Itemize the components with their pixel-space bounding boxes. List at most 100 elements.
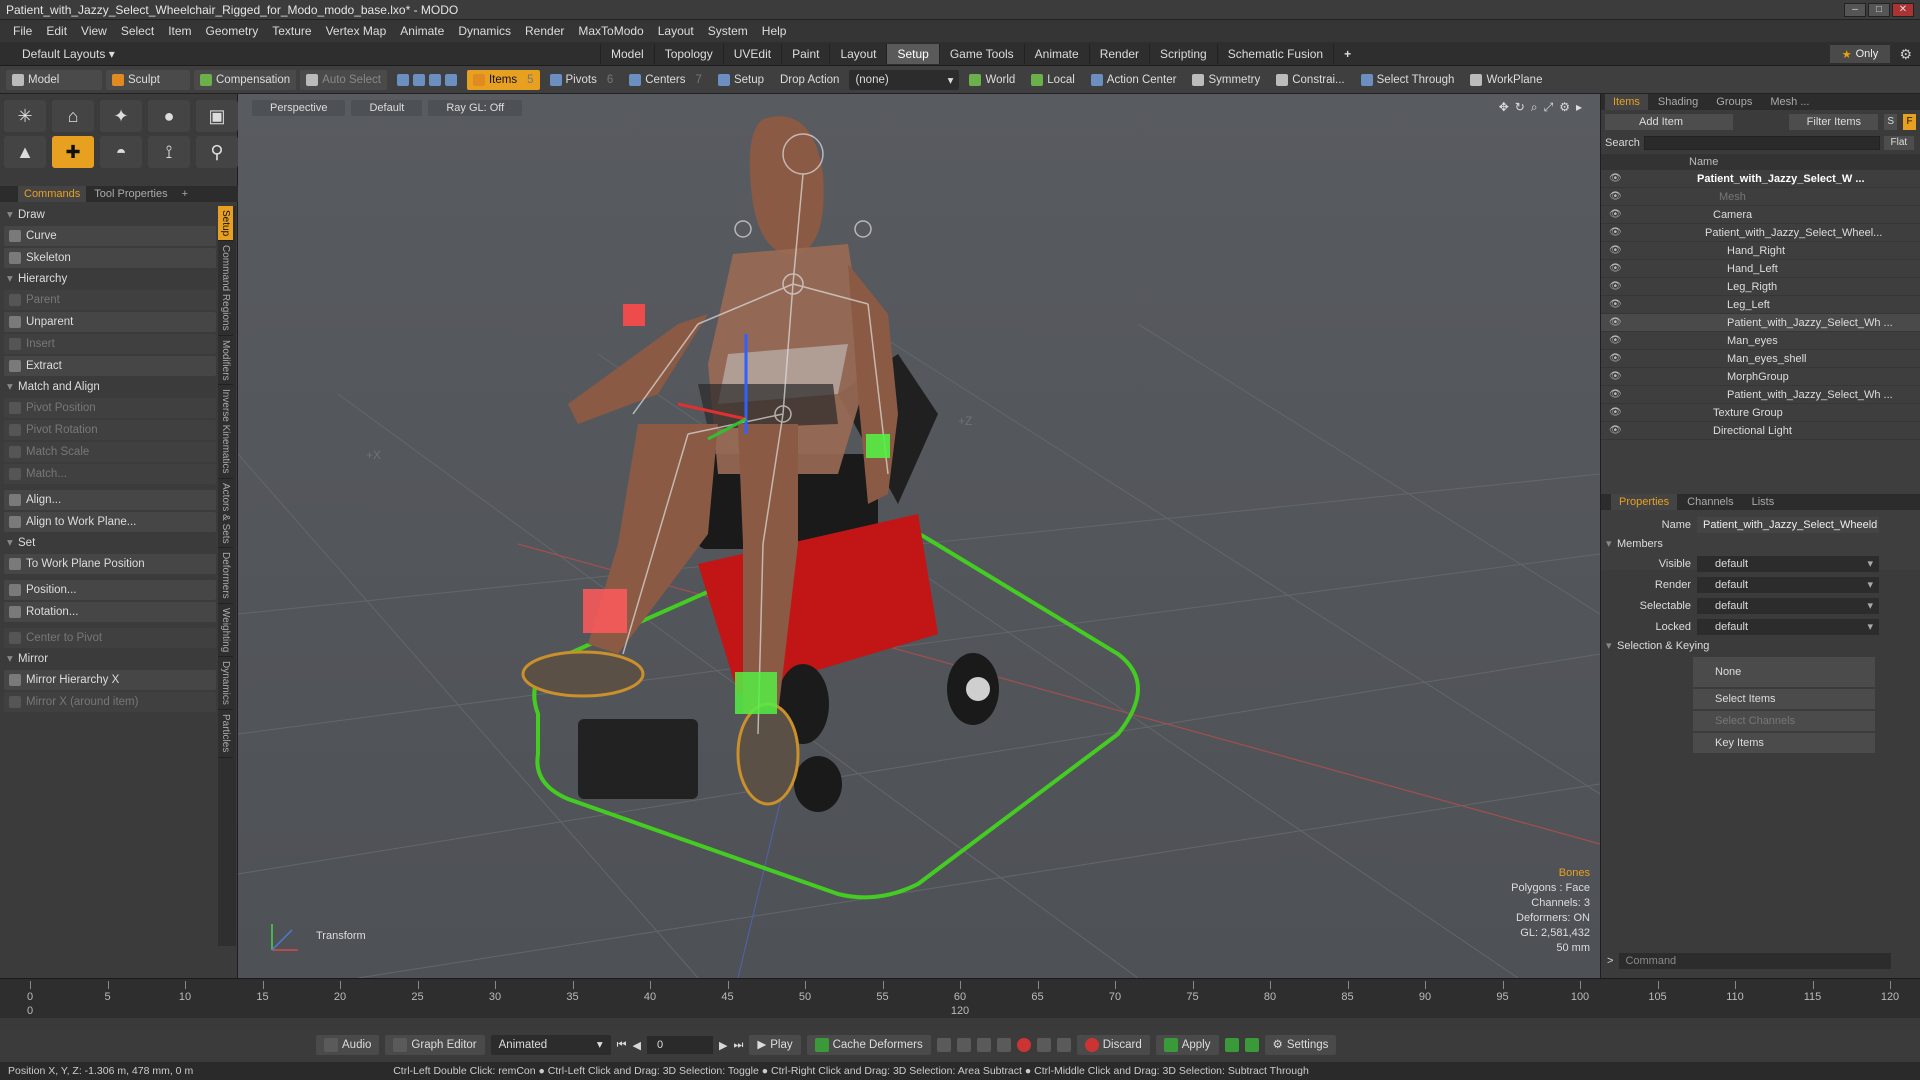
vtab-setup[interactable]: Setup [218,206,233,242]
visibility-eye-icon[interactable]: 👁 [1609,350,1622,368]
visibility-eye-icon[interactable]: 👁 [1609,260,1622,278]
menu-render[interactable]: Render [518,24,571,38]
record-icon[interactable] [1016,1038,1031,1052]
tab-uvedit[interactable]: UVEdit [722,43,781,64]
visibility-eye-icon[interactable]: 👁 [1609,422,1622,440]
move-view-icon[interactable]: ✥ [1499,100,1509,115]
cache-deformers-button[interactable]: Cache Deformers [806,1035,931,1055]
section-set[interactable]: Set [4,534,216,552]
gear-icon[interactable]: ⚙ [1899,46,1912,63]
name-field[interactable]: Patient_with_Jazzy_Select_Wheeld [1697,516,1879,533]
section-members[interactable]: Members [1601,535,1920,553]
symmetry-button[interactable]: Symmetry [1186,70,1266,90]
section-draw[interactable]: Draw [4,206,216,224]
viewport-gear-icon[interactable]: ⚙ [1559,100,1570,115]
edges-mode-icon[interactable] [412,73,425,86]
play-button[interactable]: ▶ Play [749,1035,801,1055]
tab-groups[interactable]: Groups [1708,94,1760,110]
menu-help[interactable]: Help [755,24,794,38]
close-button[interactable]: ✕ [1892,2,1914,17]
deformer-tool-icon[interactable]: ◓ [100,136,142,168]
command-input[interactable]: Command [1619,953,1892,969]
tree-item[interactable]: 👁 Patient_with_Jazzy_Select_Wh ... [1601,386,1920,404]
menu-maxtomodo[interactable]: MaxToModo [571,24,650,38]
unparent-button[interactable]: Unparent [4,312,216,332]
vtab-command-regions[interactable]: Command Regions [218,241,233,336]
constraints-button[interactable]: Constrai... [1270,70,1350,90]
visibility-eye-icon[interactable]: 👁 [1609,278,1622,296]
center-to-pivot-button[interactable]: Center to Pivot [4,628,216,648]
tree-item[interactable]: 👁 Leg_Rigth [1601,278,1920,296]
go-to-end-icon[interactable]: ⏭ [733,1039,743,1052]
leg-right-control[interactable] [583,589,627,633]
align-work-plane-button[interactable]: Align to Work Plane... [4,512,216,532]
menu-layout[interactable]: Layout [651,24,701,38]
items-mode-button[interactable]: Items 5 [466,69,540,90]
skeleton-tool-icon[interactable]: ✚ [52,136,94,168]
menu-texture[interactable]: Texture [265,24,318,38]
raygl-toggle[interactable]: Ray GL: Off [428,100,523,116]
pivots-mode-button[interactable]: Pivots 6 [544,70,620,90]
flat-button[interactable]: Flat [1883,136,1914,150]
hand-left-control[interactable] [866,434,890,458]
next-key-icon[interactable] [996,1038,1011,1052]
mirror-hierarchy-button[interactable]: Mirror Hierarchy X [4,670,216,690]
tree-item[interactable]: 👁 Patient_with_Jazzy_Select_Wh ... [1601,314,1920,332]
tree-item[interactable]: 👁 MorphGroup [1601,368,1920,386]
visibility-eye-icon[interactable]: 👁 [1609,170,1622,188]
ik-tool-icon[interactable]: ⟟ [148,136,190,168]
settings-button[interactable]: ⚙ Settings [1264,1035,1337,1055]
menu-animate[interactable]: Animate [393,24,451,38]
constraint-tool-icon[interactable]: ⚲ [196,136,238,168]
local-button[interactable]: Local [1025,70,1081,90]
visibility-eye-icon[interactable]: 👁 [1609,368,1622,386]
add-panel-tab-button[interactable]: + [176,186,194,202]
tab-model[interactable]: Model [600,43,654,64]
timeline-ruler[interactable]: 0 5 10 15 20 25 30 35 40 45 50 55 60 65 70 75 80 85 90 95 10… [0,979,1920,1019]
tab-game-tools[interactable]: Game Tools [938,43,1024,64]
layout-selector[interactable]: Default Layouts ▾ [0,47,280,61]
match-scale-button[interactable]: Match Scale [4,442,216,462]
audio-button[interactable]: Audio [316,1035,380,1055]
tree-item[interactable]: 👁 Directional Light [1601,422,1920,440]
mirror-x-button[interactable]: Mirror X (around item) [4,692,216,712]
tab-setup[interactable]: Setup [886,43,939,64]
centers-mode-button[interactable]: Centers 7 [623,70,708,90]
render-select[interactable]: default [1697,576,1879,593]
camera-tool-icon[interactable]: ▣ [196,100,238,132]
zoom-view-icon[interactable]: ⌕ [1531,100,1538,115]
align-button[interactable]: Align... [4,490,216,510]
menu-vertex-map[interactable]: Vertex Map [319,24,394,38]
3d-viewport[interactable]: +X +Z Perspective Default Ray GL: Off ✥ … [238,94,1600,978]
add-item-button[interactable]: Add Item [1605,114,1733,130]
menu-geometry[interactable]: Geometry [199,24,266,38]
play-loop-icon[interactable] [1244,1038,1259,1052]
setup-mode-button[interactable]: Setup [712,70,770,90]
visibility-eye-icon[interactable]: 👁 [1609,242,1622,260]
view-type-select[interactable]: Perspective [252,100,346,116]
play-forward-icon[interactable] [1224,1038,1239,1052]
minimize-button[interactable]: ‒ [1844,2,1866,17]
sculpt-button[interactable]: Sculpt [106,69,190,90]
prev-frame-icon[interactable]: ◀ [633,1039,641,1052]
vertices-mode-icon[interactable] [396,73,409,86]
position-button[interactable]: Position... [4,580,216,600]
tree-item[interactable]: 👁 Man_eyes_shell [1601,350,1920,368]
search-input[interactable] [1643,136,1880,150]
select-through-button[interactable]: Select Through [1355,70,1461,90]
pivot-position-button[interactable]: Pivot Position [4,398,216,418]
next-frame-icon[interactable]: ▶ [719,1039,727,1052]
visibility-eye-icon[interactable]: 👁 [1609,332,1622,350]
bone-tool-icon[interactable]: ⌂ [52,100,94,132]
tree-item[interactable]: 👁 Hand_Right [1601,242,1920,260]
select-items-button[interactable]: Select Items [1693,689,1875,709]
tab-layout[interactable]: Layout [829,43,886,64]
tab-shading[interactable]: Shading [1650,94,1706,110]
locked-select[interactable]: default [1697,618,1879,635]
section-selection-keying[interactable]: Selection & Keying [1601,637,1920,655]
menu-edit[interactable]: Edit [39,24,74,38]
tree-item[interactable]: 👁 Patient_with_Jazzy_Select_Wheel... [1601,224,1920,242]
leg-left-control[interactable] [735,672,777,714]
visibility-eye-icon[interactable]: 👁 [1609,386,1622,404]
tab-scripting[interactable]: Scripting [1149,43,1217,64]
